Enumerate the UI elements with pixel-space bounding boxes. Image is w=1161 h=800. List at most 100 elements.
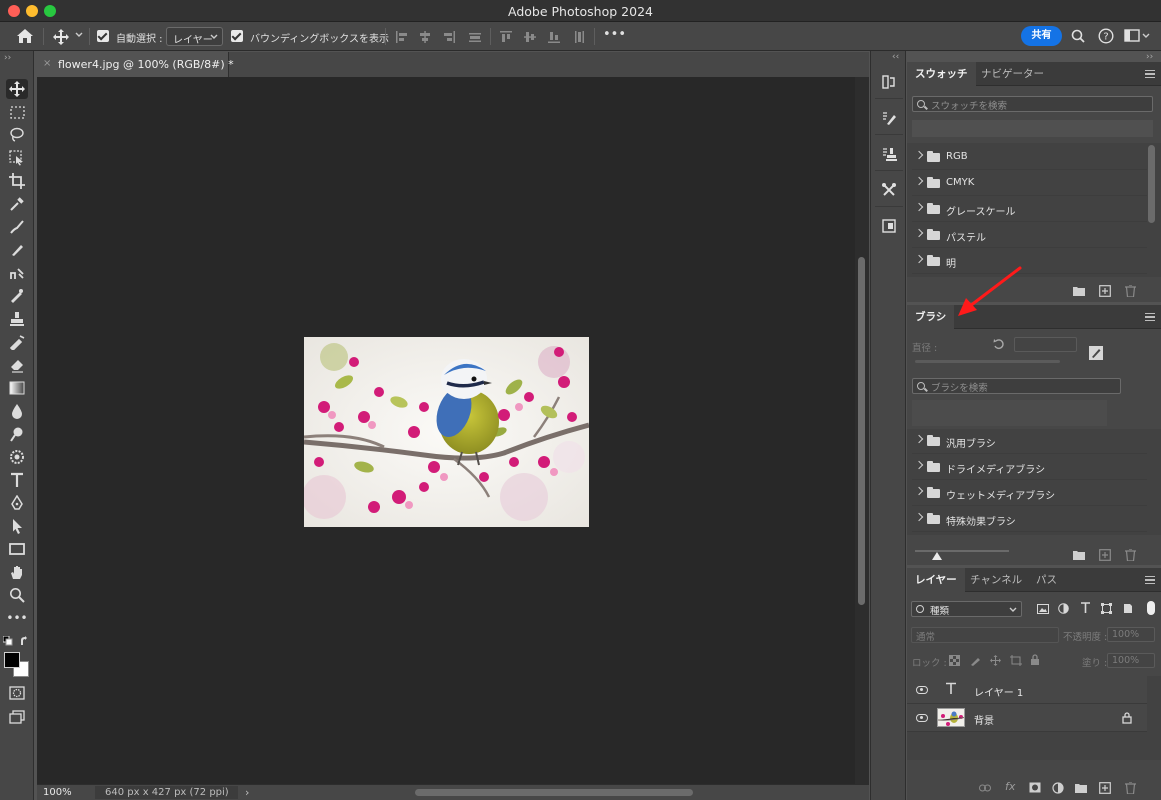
trash-icon[interactable] [1125,549,1137,561]
lock-artboard-icon[interactable] [1010,655,1022,666]
brush-settings-icon[interactable] [878,107,900,129]
layer-row[interactable]: レイヤー 1 [907,676,1147,704]
lasso-tool[interactable] [6,125,28,145]
zoom-level[interactable]: 100% [43,787,85,798]
history-panel-icon[interactable] [878,71,900,93]
tool-presets-icon[interactable] [878,179,900,201]
brush-group-special-effects[interactable]: 特殊効果ブラシ [912,507,1147,532]
brush-group-general[interactable]: 汎用ブラシ [912,429,1147,454]
object-select-tool[interactable] [6,148,28,168]
art-history-brush-tool[interactable] [6,332,28,352]
new-group-folder-icon[interactable] [1073,550,1085,561]
pen-tool[interactable] [6,493,28,513]
new-layer-icon[interactable] [1099,782,1111,794]
horizontal-scrollbar-thumb[interactable] [415,789,693,796]
align-center-h-icon[interactable] [419,31,431,43]
align-top-icon[interactable] [500,31,512,43]
recent-brushes-row[interactable] [912,400,1107,426]
add-mask-icon[interactable] [1029,782,1041,793]
crop-tool[interactable] [6,171,28,191]
distribute-icon[interactable] [469,31,481,43]
type-tool[interactable] [6,470,28,490]
foreground-color-swatch[interactable] [4,652,20,668]
distribute-v-icon[interactable] [573,31,585,43]
new-brush-icon[interactable] [1088,345,1104,361]
align-right-icon[interactable] [443,31,455,43]
default-colors-icon[interactable] [3,636,13,646]
brush-group-dry-media[interactable]: ドライメディアブラシ [912,455,1147,480]
eye-icon[interactable] [916,686,928,694]
search-icon[interactable] [1071,29,1085,43]
stamp-tool[interactable] [6,309,28,329]
opacity-field[interactable]: 100% [1107,627,1155,642]
panel-menu-icon[interactable] [1145,70,1155,78]
recent-swatches-row[interactable] [912,120,1153,137]
new-brush-button-icon[interactable] [1099,549,1111,561]
tab-layers[interactable]: レイヤー [907,568,965,592]
share-button[interactable]: 共有 [1021,26,1062,46]
layer-effects-icon[interactable]: fx [1005,780,1015,793]
tab-navigator[interactable]: ナビゲーター [973,62,1052,86]
eraser-tool[interactable] [6,355,28,375]
hand-tool[interactable] [6,562,28,582]
eye-icon[interactable] [916,714,928,722]
zoom-tool[interactable] [6,585,28,605]
brush-size-slider[interactable] [915,360,1060,363]
chevron-down-icon[interactable] [75,32,83,38]
auto-select-checkbox[interactable] [97,30,109,42]
vertical-scrollbar[interactable] [855,77,869,784]
blend-mode-dropdown[interactable]: 通常 [911,627,1059,643]
panel-menu-icon[interactable] [1145,576,1155,584]
link-layers-icon[interactable] [979,784,991,795]
filter-shape-icon[interactable] [1101,603,1112,614]
align-middle-icon[interactable] [524,31,536,43]
adjustment-layer-icon[interactable] [1052,782,1064,794]
collapse-panels-icon[interactable]: ›› [1146,52,1153,62]
scrollbar-thumb[interactable] [858,257,865,605]
lock-all-icon[interactable] [1030,654,1040,666]
swatch-group-grayscale[interactable]: グレースケール [912,197,1147,222]
filter-adjustment-icon[interactable] [1058,603,1069,614]
brush-search-input[interactable]: ブラシを検索 [912,378,1121,394]
swatches-scrollbar[interactable] [1148,145,1155,223]
brush-size-field[interactable] [1014,337,1077,352]
home-icon[interactable] [16,28,34,44]
clone-stamp-tool[interactable] [6,263,28,283]
swatch-group-light[interactable]: 明 [912,249,1147,274]
tab-brush[interactable]: ブラシ [907,305,955,329]
path-select-tool[interactable] [6,516,28,536]
tab-swatches[interactable]: スウォッチ [907,62,976,86]
eyedropper-tool[interactable] [6,194,28,214]
swap-colors-icon[interactable] [20,636,30,646]
history-brush-tool[interactable] [6,286,28,306]
properties-panel-icon[interactable] [878,215,900,237]
sponge-tool[interactable] [6,447,28,467]
document-tab[interactable]: × flower4.jpg @ 100% (RGB/8#) * [37,52,234,77]
lock-icon[interactable] [1122,712,1132,724]
document-image[interactable] [304,337,589,527]
gradient-tool[interactable] [6,378,28,398]
panel-menu-icon[interactable] [1145,313,1155,321]
swatch-group-rgb[interactable]: RGB [912,145,1147,170]
help-icon[interactable]: ? [1098,28,1114,44]
collapse-tools-icon[interactable]: ›› [4,53,11,63]
dodge-tool[interactable] [6,424,28,444]
more-options-icon[interactable]: ••• [603,27,626,42]
new-group-folder-icon[interactable] [1075,783,1087,794]
marquee-tool[interactable] [6,102,28,122]
layer-filter-dropdown[interactable]: 種類 [911,601,1022,617]
healing-brush-tool[interactable] [6,217,28,237]
clone-source-icon[interactable] [878,143,900,165]
brush-preview-size-slider[interactable] [915,550,1009,552]
filter-toggle[interactable] [1147,601,1155,615]
trash-icon[interactable] [1125,285,1137,297]
tab-channels[interactable]: チャンネル [962,568,1030,592]
brush-tool[interactable] [6,240,28,260]
slider-handle-icon[interactable] [932,552,942,560]
fill-field[interactable]: 100% [1107,653,1155,668]
lock-pixels-icon[interactable] [970,655,981,666]
filter-pixel-icon[interactable] [1037,604,1049,614]
rectangle-tool[interactable] [6,539,28,559]
auto-select-dropdown[interactable]: レイヤー [166,27,223,46]
workspace-icon[interactable] [1124,29,1150,43]
